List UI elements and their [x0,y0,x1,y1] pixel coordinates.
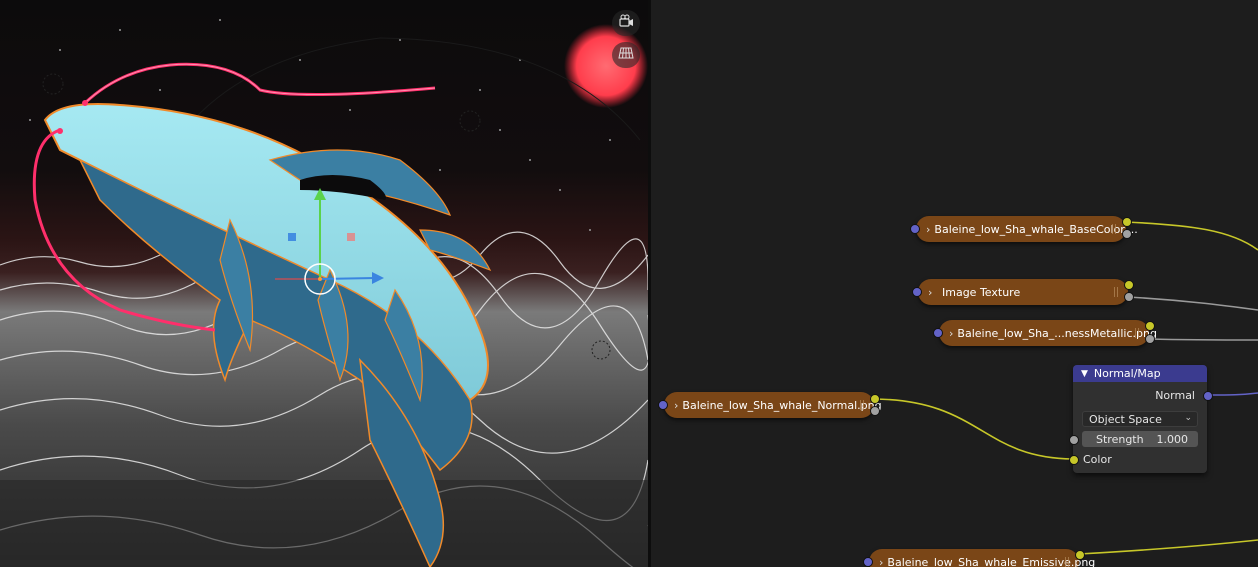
strength-label: Strength [1096,432,1144,446]
normal-map-title: Normal/Map [1093,367,1161,380]
socket-image-texture-color[interactable] [1124,280,1134,290]
link-metallic [1148,338,1258,341]
link-normal-out [1206,392,1258,396]
normal-output-label: Normal [1155,389,1195,402]
3d-viewport[interactable] [0,0,648,567]
socket-metallic-color[interactable] [1145,321,1155,331]
socket-metallic-alpha[interactable] [1145,334,1155,344]
node-basecolor-label: Baleine_low_Sha_whale_BaseColor.... [934,222,1138,236]
viewport-scene [0,19,648,567]
socket-emissive-in[interactable] [863,557,873,567]
socket-basecolor-color[interactable] [1122,217,1132,227]
node-image-texture[interactable]: › Image Texture [918,279,1128,305]
camera-view-button[interactable] [612,10,640,36]
node-metallic[interactable]: › Baleine_low_Sha_...nessMetallic.png [939,320,1157,346]
chevron-right-icon[interactable]: › [879,556,883,567]
space-dropdown-value: Object Space [1089,412,1162,426]
socket-basecolor-in[interactable] [910,224,920,234]
node-metallic-label: Baleine_low_Sha_...nessMetallic.png [957,326,1157,340]
node-grip-icon[interactable] [1065,557,1071,567]
node-grip-icon[interactable] [1135,328,1141,338]
chevron-right-icon[interactable]: › [928,286,938,299]
shader-node-editor[interactable]: › Baleine_low_Sha_whale_BaseColor.... › … [651,0,1258,567]
normal-map-header[interactable]: ▼ Normal/Map [1073,365,1207,382]
socket-color-in[interactable] [1069,455,1079,465]
space-dropdown[interactable]: Object Space ⌄ [1082,411,1198,427]
socket-image-texture-in[interactable] [912,287,922,297]
node-normal-label: Baleine_low_Sha_whale_Normal.png [682,398,882,412]
strength-value: 1.000 [1156,432,1189,446]
node-normal-map[interactable]: ▼ Normal/Map Normal Object Space ⌄ Stren… [1073,365,1207,473]
socket-strength-in[interactable] [1069,435,1079,445]
chevron-right-icon[interactable]: › [949,327,953,340]
chevron-down-icon[interactable]: ▼ [1081,369,1088,379]
socket-normal-map-out[interactable] [1203,391,1213,401]
socket-metallic-in[interactable] [933,328,943,338]
chevron-down-icon: ⌄ [1184,413,1192,423]
node-image-texture-label: Image Texture [942,285,1021,299]
node-emissive[interactable]: › Baleine_low_Sha_whale_Emissive.png [869,549,1095,567]
strength-field[interactable]: Strength 1.000 [1082,431,1198,447]
camera-icon [618,13,634,33]
socket-image-texture-alpha[interactable] [1124,292,1134,302]
socket-normal-color[interactable] [870,394,880,404]
socket-normal-in[interactable] [658,400,668,410]
link-image-texture [1127,296,1258,311]
link-normal-color [873,398,1074,460]
socket-normal-alpha[interactable] [870,406,880,416]
link-basecolor [1125,221,1258,251]
grid-view-button[interactable] [612,42,640,68]
node-normal[interactable]: › Baleine_low_Sha_whale_Normal.png [664,392,882,418]
node-grip-icon[interactable] [1112,224,1118,234]
grid-icon [618,45,634,65]
link-emissive [1078,539,1258,555]
socket-basecolor-alpha[interactable] [1122,229,1132,239]
socket-emissive-color[interactable] [1075,550,1085,560]
chevron-right-icon[interactable]: › [926,223,930,236]
chevron-right-icon[interactable]: › [674,399,678,412]
color-input-label: Color [1083,453,1112,466]
node-basecolor[interactable]: › Baleine_low_Sha_whale_BaseColor.... [916,216,1138,242]
node-grip-icon[interactable] [1114,287,1120,297]
node-grip-icon[interactable] [860,400,866,410]
moon [564,24,648,108]
